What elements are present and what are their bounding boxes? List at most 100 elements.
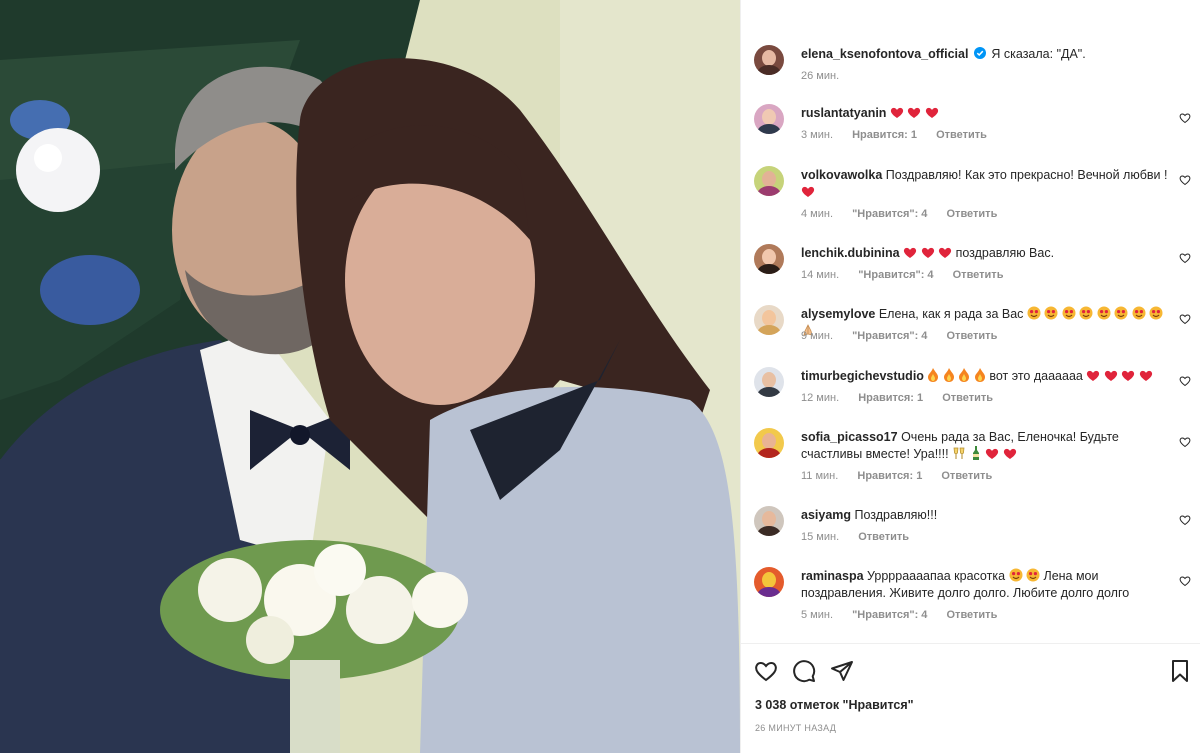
like-comment-heart-icon[interactable] xyxy=(1179,375,1191,387)
reply-button[interactable]: Ответить xyxy=(947,208,998,220)
star-struck-emoji-icon xyxy=(1009,568,1023,582)
photo-illustration xyxy=(0,0,740,753)
comment-time: 11 мин. xyxy=(801,470,839,482)
red-heart-icon xyxy=(1003,448,1016,459)
red-heart-icon xyxy=(938,247,952,258)
likes-count[interactable]: 3 038 отметок "Нравится" xyxy=(755,698,914,712)
red-heart-icon xyxy=(1104,370,1117,381)
comment-text: Поздравляю!!! xyxy=(854,508,938,522)
action-bar xyxy=(752,659,1200,689)
reply-button[interactable]: Ответить xyxy=(947,609,998,621)
comment-likes[interactable]: "Нравится": 4 xyxy=(852,330,927,342)
comment-time: 4 мин. xyxy=(801,208,834,220)
comment-likes[interactable]: "Нравится": 4 xyxy=(852,609,927,621)
comment-username[interactable]: ruslantatyanin xyxy=(801,106,886,120)
avatar[interactable] xyxy=(754,367,784,397)
reply-button[interactable]: Ответить xyxy=(936,129,987,141)
red-heart-icon xyxy=(925,107,939,118)
avatar[interactable] xyxy=(754,45,784,75)
like-comment-heart-icon[interactable] xyxy=(1179,313,1191,325)
star-struck-emoji-icon xyxy=(1044,306,1058,320)
reply-button[interactable]: Ответить xyxy=(858,531,909,543)
avatar[interactable] xyxy=(754,166,784,196)
comment-emoji xyxy=(1005,568,1043,583)
like-comment-heart-icon[interactable] xyxy=(1179,174,1191,186)
comment-time: 5 мин. xyxy=(801,609,834,621)
reply-button[interactable]: Ответить xyxy=(953,269,1004,281)
comment-text: Урррраааапаа красотка xyxy=(867,569,1006,583)
avatar[interactable] xyxy=(754,506,784,536)
reply-button[interactable]: Ответить xyxy=(941,470,992,482)
comment-likes[interactable]: "Нравится": 4 xyxy=(858,269,933,281)
star-struck-emoji-icon xyxy=(1026,568,1040,582)
avatar[interactable] xyxy=(754,567,784,597)
fire-icon xyxy=(928,368,939,382)
red-heart-icon xyxy=(903,247,917,258)
fire-icon xyxy=(959,368,970,382)
comment-likes[interactable]: Нравится: 1 xyxy=(852,129,917,141)
verified-badge-icon xyxy=(973,47,986,59)
comment-time: 3 мин. xyxy=(801,129,834,141)
like-comment-heart-icon[interactable] xyxy=(1179,112,1191,124)
bookmark-icon[interactable] xyxy=(1168,659,1192,683)
red-heart-icon xyxy=(801,186,815,197)
reply-button[interactable]: Ответить xyxy=(947,330,998,342)
like-comment-heart-icon[interactable] xyxy=(1179,514,1191,526)
comment-text: Поздравляю! Как это прекрасно! Вечной лю… xyxy=(885,168,1168,182)
comment-time: 9 мин. xyxy=(801,330,834,342)
avatar[interactable] xyxy=(754,244,784,274)
like-comment-heart-icon[interactable] xyxy=(1179,575,1191,587)
comment-time: 15 мин. xyxy=(801,531,840,543)
posted-time: 26 МИНУТ НАЗАД xyxy=(755,723,837,733)
comment-username[interactable]: raminaspa xyxy=(801,569,864,583)
star-struck-emoji-icon xyxy=(1027,306,1041,320)
avatar[interactable] xyxy=(754,104,784,134)
comment-icon[interactable] xyxy=(792,659,816,683)
comment-text: поздравляю Вас. xyxy=(955,246,1055,260)
comment-username[interactable]: lenchik.dubinina xyxy=(801,246,900,260)
red-heart-icon xyxy=(921,247,934,258)
comment-emoji xyxy=(890,106,939,120)
like-comment-heart-icon[interactable] xyxy=(1179,252,1191,264)
star-struck-emoji-icon xyxy=(1114,306,1128,320)
avatar[interactable] xyxy=(754,305,784,335)
comment-username[interactable]: sofia_picasso17 xyxy=(801,430,898,444)
reply-button[interactable]: Ответить xyxy=(942,392,993,404)
author-username[interactable]: elena_ksenofontova_official xyxy=(801,47,968,61)
heart-icon[interactable] xyxy=(754,659,778,683)
comment-likes[interactable]: "Нравится": 4 xyxy=(852,208,927,220)
star-struck-emoji-icon xyxy=(1149,306,1163,320)
clinking-glasses-icon xyxy=(953,447,965,459)
star-struck-emoji-icon xyxy=(1132,306,1146,320)
comment-emoji xyxy=(952,446,1016,461)
comment-username[interactable]: timurbegichevstudio xyxy=(801,369,924,383)
like-comment-heart-icon[interactable] xyxy=(1179,436,1191,448)
red-heart-icon xyxy=(890,107,904,118)
star-struck-emoji-icon xyxy=(1079,306,1093,320)
comment-likes[interactable]: Нравится: 1 xyxy=(857,470,922,482)
caption-text: Я сказала: "ДА". xyxy=(991,47,1086,61)
fire-icon xyxy=(974,368,985,382)
champagne-bottle-icon xyxy=(972,446,979,460)
share-icon[interactable] xyxy=(830,659,854,683)
caption-time: 26 мин. xyxy=(801,70,840,82)
star-struck-emoji-icon xyxy=(1097,306,1111,320)
red-heart-icon xyxy=(985,448,999,459)
comment-likes[interactable]: Нравится: 1 xyxy=(858,392,923,404)
avatar[interactable] xyxy=(754,428,784,458)
comment-emoji xyxy=(903,246,955,260)
comment-time: 14 мин. xyxy=(801,269,840,281)
comment-username[interactable]: volkovawolka xyxy=(801,168,882,182)
comment-time: 12 мин. xyxy=(801,392,840,404)
fire-icon xyxy=(943,368,954,382)
comment-text: вот это даааааа xyxy=(989,369,1083,383)
red-heart-icon xyxy=(908,107,921,118)
post-photo[interactable] xyxy=(0,0,740,753)
comment-username[interactable]: asiyamg xyxy=(801,508,851,522)
red-heart-icon xyxy=(1122,370,1135,381)
comment-text: Елена, как я рада за Вас xyxy=(878,307,1024,321)
comment-username[interactable]: alysemylove xyxy=(801,307,875,321)
divider xyxy=(740,643,1200,644)
star-struck-emoji-icon xyxy=(1062,306,1076,320)
red-heart-icon xyxy=(1087,370,1100,381)
